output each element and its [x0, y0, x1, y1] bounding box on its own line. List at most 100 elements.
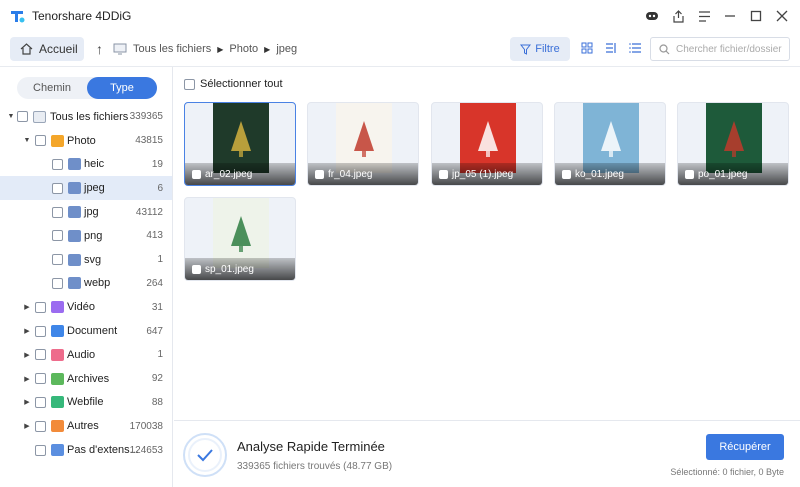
file-thumbnail[interactable]: fr_04.jpeg	[307, 102, 419, 186]
tab-path[interactable]: Chemin	[17, 77, 87, 99]
home-label: Accueil	[39, 42, 78, 56]
tree-item-count: 1	[157, 349, 163, 361]
search-input[interactable]	[676, 43, 786, 55]
tree-item-checkbox[interactable]	[35, 396, 46, 408]
tree-item-checkbox[interactable]	[35, 135, 46, 147]
file-checkbox[interactable]	[685, 169, 694, 179]
tree-item[interactable]: ▶ Document 647	[0, 319, 172, 343]
chevron-right-icon[interactable]: ▶	[22, 422, 32, 430]
tree-item-checkbox[interactable]	[52, 206, 63, 218]
detail-view-icon[interactable]	[628, 41, 642, 55]
tree-item[interactable]: ▶ Archives 92	[0, 367, 172, 391]
file-checkbox[interactable]	[439, 169, 448, 179]
tree-item-count: 413	[146, 230, 163, 242]
tree-item[interactable]: jpeg 6	[0, 176, 172, 201]
file-checkbox[interactable]	[315, 169, 324, 179]
selection-info: Sélectionné: 0 fichier, 0 Byte	[670, 467, 784, 477]
nav-bar: Accueil ↑ Tous les fichiers ▶ Photo ▶ jp…	[0, 34, 800, 64]
tree-item-count: 647	[146, 325, 163, 337]
up-arrow-icon[interactable]: ↑	[96, 41, 103, 57]
breadcrumb-all-files[interactable]: Tous les fichiers	[133, 43, 211, 55]
search-icon	[659, 43, 670, 54]
tree-item[interactable]: ▶ Autres 170038	[0, 414, 172, 438]
tree-item-checkbox[interactable]	[35, 325, 46, 337]
home-button[interactable]: Accueil	[10, 37, 84, 61]
tree-item-checkbox[interactable]	[35, 420, 46, 432]
tree-item-checkbox[interactable]	[52, 182, 63, 194]
tree-item-checkbox[interactable]	[52, 158, 63, 170]
search-box[interactable]	[650, 37, 790, 61]
tree-item-checkbox[interactable]	[17, 111, 28, 123]
tree-item[interactable]: ▶ Webfile 88	[0, 391, 172, 415]
tree-item-label: Autres	[67, 420, 99, 433]
tree-item[interactable]: svg 1	[0, 248, 172, 272]
tree-item[interactable]: png 413	[0, 224, 172, 248]
tree-item[interactable]: ▼ Tous les fichiers 339365	[0, 105, 172, 129]
folder-icon	[68, 229, 81, 242]
assistant-icon[interactable]	[642, 6, 662, 26]
tree-item[interactable]: ▶ Vidéo 31	[0, 295, 172, 319]
computer-icon	[113, 43, 127, 55]
file-thumbnail[interactable]: jp_05 (1).jpeg	[431, 102, 543, 186]
list-view-icon[interactable]	[604, 41, 618, 55]
chevron-right-icon[interactable]: ▶	[22, 398, 32, 406]
tree-item[interactable]: heic 19	[0, 153, 172, 177]
file-grid: Sélectionner tout ar_02.jpeg fr_04.jpeg jp…	[174, 67, 800, 420]
filter-button[interactable]: Filtre	[510, 37, 570, 61]
file-thumbnail[interactable]: ko_01.jpeg	[554, 102, 666, 186]
tree-item-checkbox[interactable]	[35, 444, 46, 456]
close-icon[interactable]	[772, 6, 792, 26]
tree-item-checkbox[interactable]	[52, 277, 63, 289]
tree-item-checkbox[interactable]	[35, 373, 46, 385]
chevron-down-icon[interactable]: ▼	[6, 113, 16, 120]
file-checkbox[interactable]	[562, 169, 571, 179]
tree-item[interactable]: webp 264	[0, 272, 172, 296]
file-thumbnail[interactable]: sp_01.jpeg	[184, 197, 296, 281]
tree-item-label: heic	[84, 158, 105, 171]
menu-icon[interactable]	[694, 6, 714, 26]
maximize-icon[interactable]	[746, 6, 766, 26]
grid-view-icon[interactable]	[580, 41, 594, 55]
recover-button[interactable]: Récupérer	[706, 434, 784, 460]
file-thumbnail[interactable]: ar_02.jpeg	[184, 102, 296, 186]
sidebar: Chemin Type ▼ Tous les fichiers 339365 ▼ Pho…	[0, 67, 173, 487]
tree-item-count: 264	[146, 277, 163, 289]
computer-icon	[33, 110, 46, 123]
app-logo-icon	[11, 11, 25, 23]
other-icon	[51, 420, 64, 433]
breadcrumb-photo[interactable]: Photo	[229, 43, 258, 55]
chevron-right-icon[interactable]: ▶	[22, 351, 32, 359]
select-all-label: Sélectionner tout	[200, 78, 283, 90]
photo-icon	[51, 134, 64, 147]
file-thumbnail[interactable]: po_01.jpeg	[677, 102, 789, 186]
chevron-right-icon[interactable]: ▶	[22, 303, 32, 311]
chevron-right-icon[interactable]: ▶	[22, 327, 32, 335]
file-checkbox[interactable]	[192, 169, 201, 179]
tree-item[interactable]: jpg 43112	[0, 200, 172, 224]
tree-item-checkbox[interactable]	[35, 349, 46, 361]
status-subtitle: 339365 fichiers trouvés (48.77 GB)	[237, 461, 393, 472]
chevron-down-icon[interactable]: ▼	[22, 137, 32, 144]
audio-icon	[51, 348, 64, 361]
select-all[interactable]: Sélectionner tout	[184, 78, 283, 90]
tree-item-count: 339365	[129, 111, 163, 123]
folder-icon	[68, 158, 81, 171]
select-all-checkbox[interactable]	[184, 78, 195, 90]
breadcrumb-jpeg[interactable]: jpeg	[276, 43, 297, 55]
tree-item[interactable]: ▶ Audio 1	[0, 343, 172, 367]
minimize-icon[interactable]	[720, 6, 740, 26]
tree-item-checkbox[interactable]	[52, 254, 63, 266]
status-bar: Analyse Rapide Terminée 339365 fichiers …	[174, 420, 800, 487]
tree-item-checkbox[interactable]	[52, 230, 63, 242]
filter-icon	[520, 44, 532, 55]
tree-item[interactable]: ▼ Photo 43815	[0, 129, 172, 153]
scan-complete-icon	[183, 433, 227, 477]
tree-item-checkbox[interactable]	[35, 301, 46, 313]
tab-type[interactable]: Type	[87, 77, 157, 99]
app-title: Tenorshare 4DDiG	[32, 9, 132, 23]
file-checkbox[interactable]	[192, 264, 201, 274]
chevron-right-icon[interactable]: ▶	[22, 375, 32, 383]
tree-item-label: svg	[84, 253, 102, 266]
tree-item[interactable]: Pas d'extens... 124653	[0, 438, 172, 462]
share-icon[interactable]	[668, 6, 688, 26]
